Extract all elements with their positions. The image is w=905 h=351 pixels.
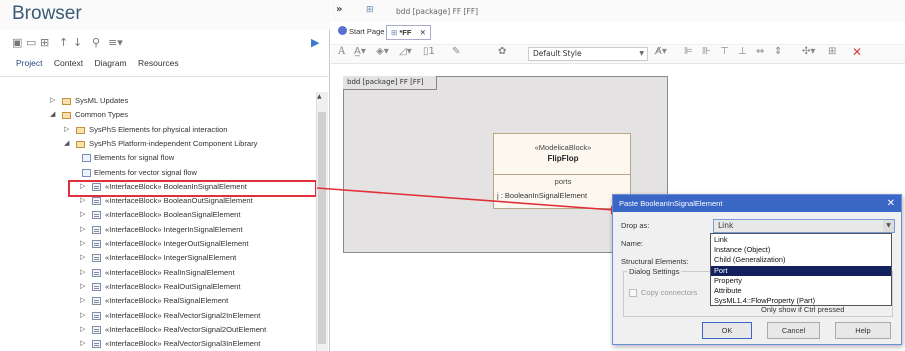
help-button[interactable]: Help [835, 322, 891, 339]
drop-option[interactable]: Instance (Object) [711, 245, 891, 255]
drop-option[interactable]: Child (Generalization) [711, 255, 891, 265]
drop-option[interactable]: Property [711, 276, 891, 286]
drop-as-value: Link [718, 221, 734, 230]
copy-connectors-checkbox[interactable] [629, 289, 637, 297]
drop-option[interactable]: SysML1.4::FlowProperty (Part) [711, 296, 891, 306]
dialog-title-text: Paste BooleanInSignalElement [619, 199, 723, 208]
drop-as-list: Link Instance (Object) Child (Generalizati… [710, 233, 892, 306]
name-label: Name: [621, 239, 644, 248]
copy-connectors-label: Copy connectors [641, 288, 698, 297]
cancel-button[interactable]: Cancel [767, 322, 820, 339]
ok-button[interactable]: OK [702, 322, 752, 339]
chevron-down-icon[interactable]: ▼ [883, 220, 894, 232]
close-icon[interactable]: ✕ [887, 195, 895, 212]
drop-as-label: Drop as: [621, 221, 650, 230]
dialog-title: Paste BooleanInSignalElement ✕ [613, 195, 901, 212]
drop-as-select[interactable]: Link ▼ [713, 219, 895, 233]
drop-option[interactable]: Attribute [711, 286, 891, 296]
structural-elements-label: Structural Elements: [621, 257, 689, 266]
dialog-settings-label: Dialog Settings [627, 267, 682, 276]
drop-option[interactable]: Port [711, 265, 891, 276]
drop-option[interactable]: Link [711, 235, 891, 245]
show-pressed-label: Only show if Ctrl pressed [761, 305, 845, 314]
